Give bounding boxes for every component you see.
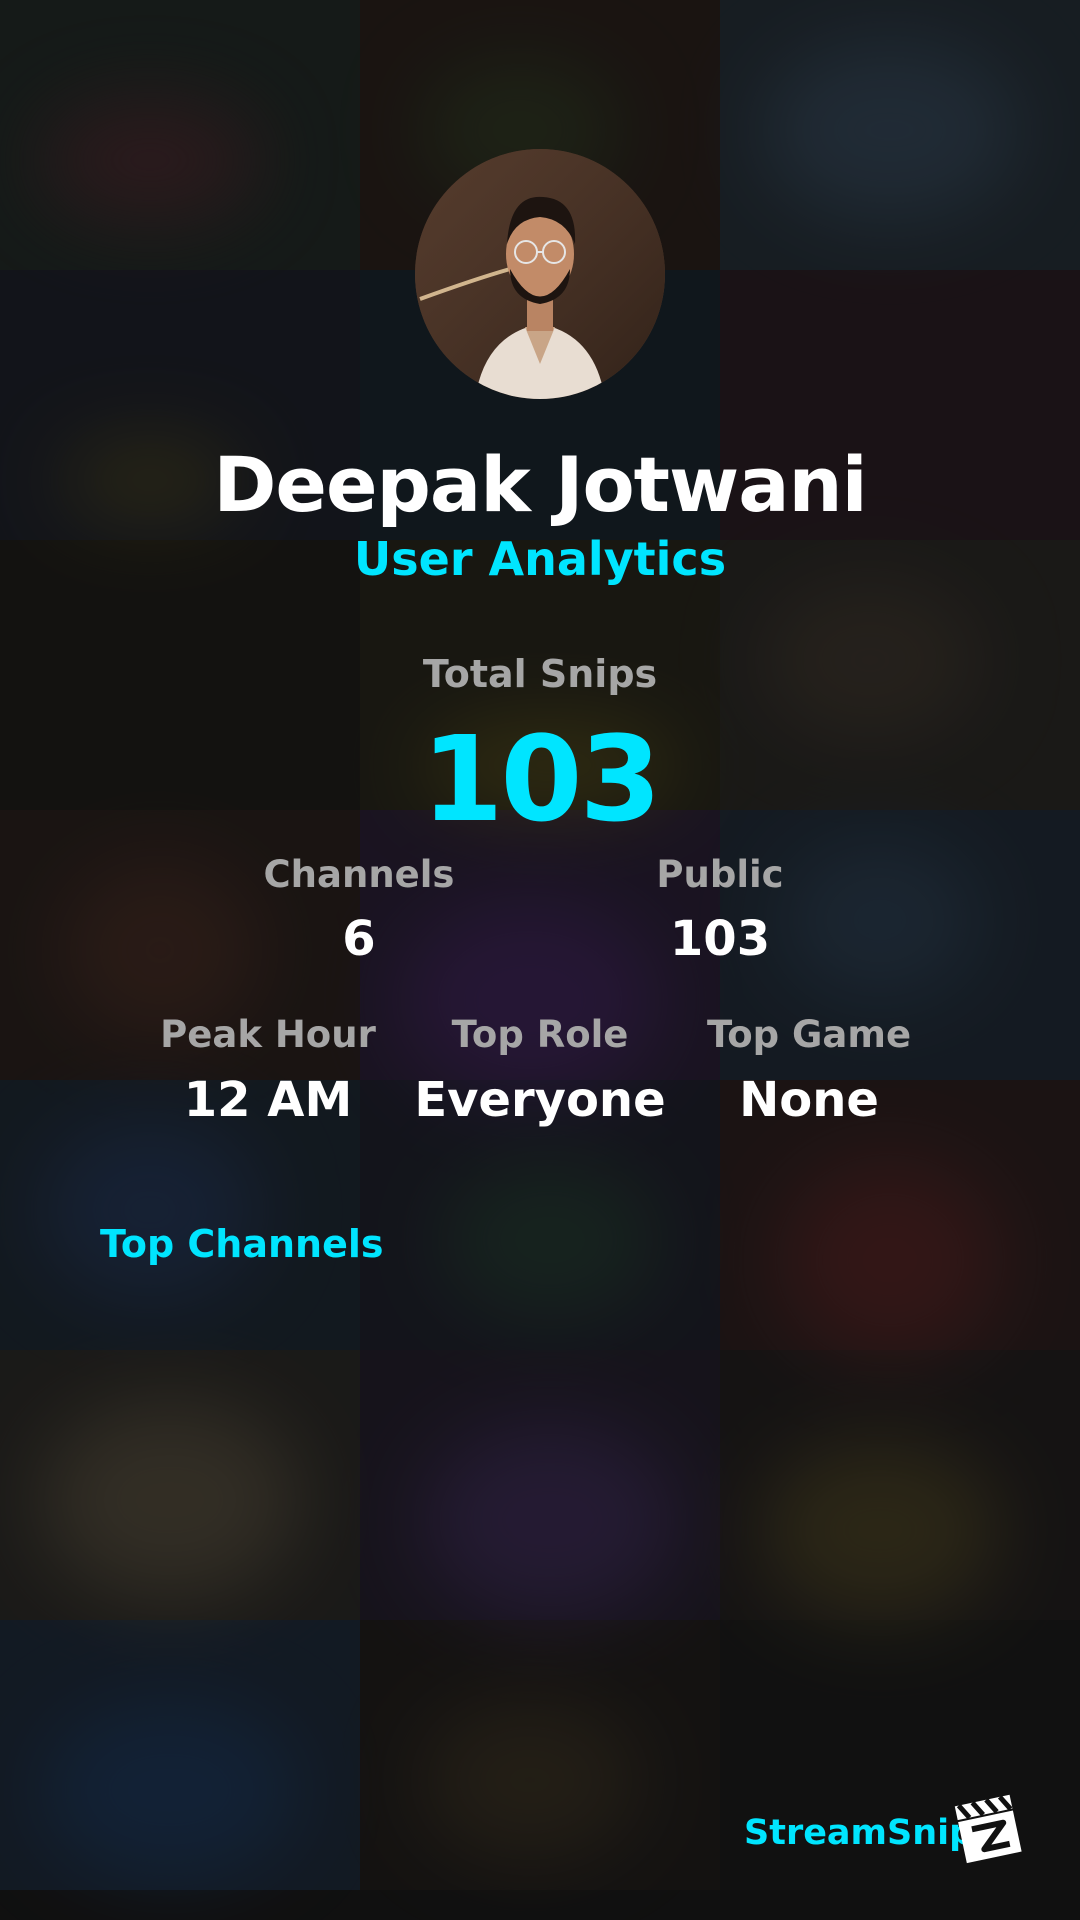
channels-label: Channels <box>263 853 455 896</box>
top-channels-heading: Top Channels <box>100 1222 384 1266</box>
clapperboard-icon <box>950 1790 1026 1866</box>
channels-value: 6 <box>342 911 376 967</box>
peak-hour-label: Peak Hour <box>160 1013 376 1056</box>
top-role-value: Everyone <box>414 1072 666 1128</box>
top-game-value: None <box>739 1072 879 1128</box>
public-label: Public <box>656 853 784 896</box>
top-role-label: Top Role <box>451 1013 629 1056</box>
public-value: 103 <box>669 911 771 967</box>
total-snips-label: Total Snips <box>422 652 658 696</box>
total-snips-value: 103 <box>421 710 661 848</box>
page-subtitle: User Analytics <box>353 532 727 586</box>
top-game-label: Top Game <box>706 1013 912 1056</box>
user-name: Deepak Jotwani <box>213 440 867 529</box>
user-avatar <box>415 149 665 399</box>
brand-name: StreamSnip <box>744 1813 975 1853</box>
peak-hour-value: 12 AM <box>183 1072 353 1128</box>
